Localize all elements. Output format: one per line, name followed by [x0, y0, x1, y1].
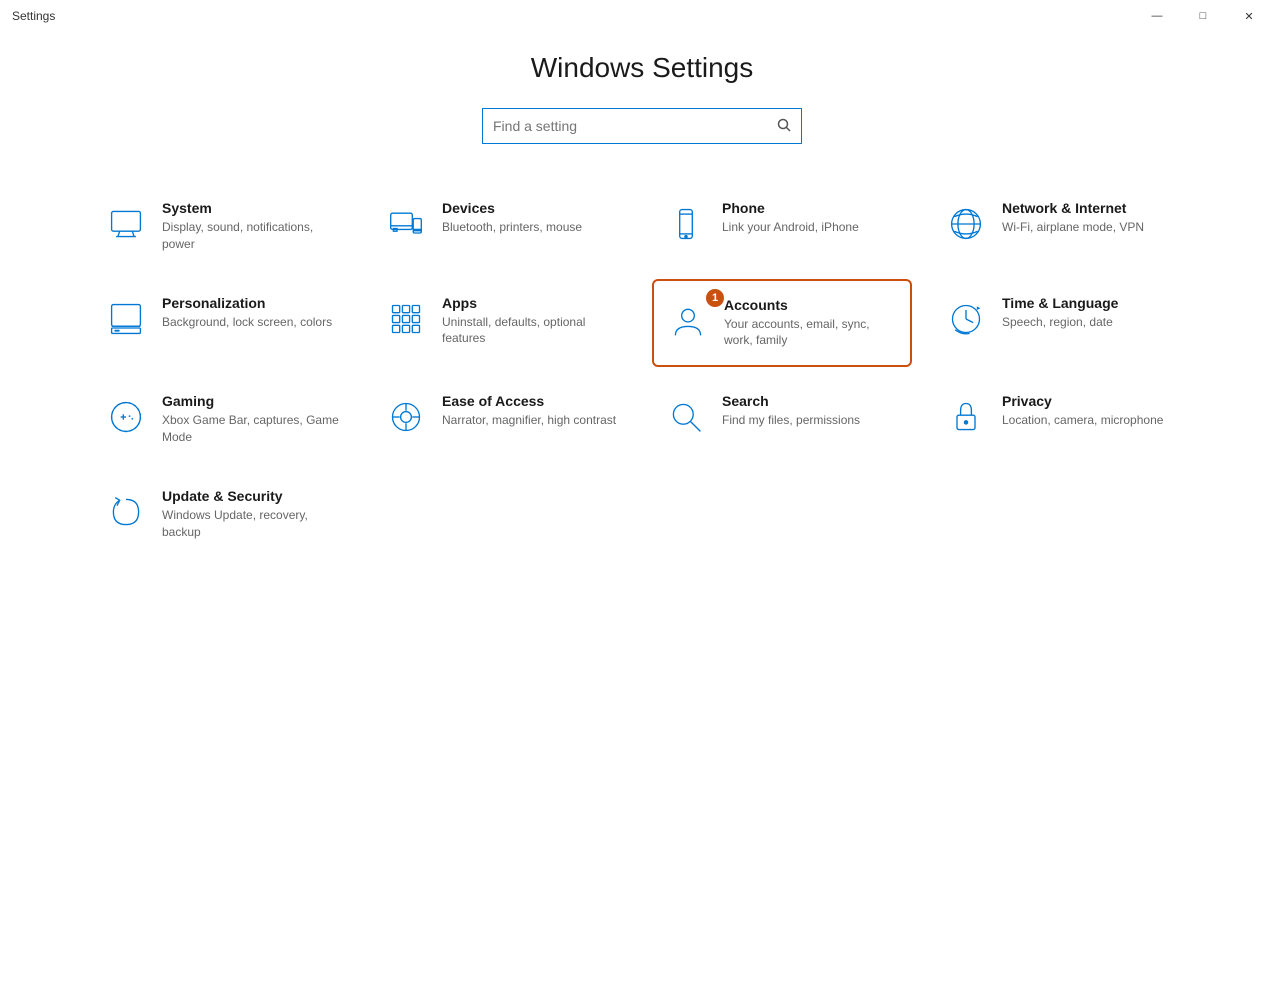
setting-title-phone: Phone [722, 200, 902, 216]
setting-title-network: Network & Internet [1002, 200, 1182, 216]
monitor-icon [102, 200, 150, 248]
setting-item-accounts[interactable]: 1Accounts Your accounts, email, sync, wor… [652, 279, 912, 368]
window-controls: — □ ✕ [1134, 0, 1272, 32]
title-bar: Settings — □ ✕ [0, 0, 1284, 32]
main-content: Windows Settings System Display, sound, n… [0, 32, 1284, 576]
search-bar [482, 108, 802, 144]
setting-text-search: Search Find my files, permissions [722, 393, 902, 429]
setting-item-apps[interactable]: Apps Uninstall, defaults, optional featur… [372, 279, 632, 368]
search-bar-wrapper [60, 108, 1224, 144]
setting-desc-privacy: Location, camera, microphone [1002, 412, 1182, 429]
update-icon [102, 488, 150, 536]
setting-item-gaming[interactable]: Gaming Xbox Game Bar, captures, Game Mode [92, 377, 352, 462]
setting-text-system: System Display, sound, notifications, pow… [162, 200, 342, 253]
setting-text-devices: Devices Bluetooth, printers, mouse [442, 200, 622, 236]
phone-icon [662, 200, 710, 248]
setting-text-accounts: Accounts Your accounts, email, sync, work… [724, 297, 900, 350]
notification-badge: 1 [706, 289, 724, 307]
setting-item-network[interactable]: Network & Internet Wi-Fi, airplane mode, … [932, 184, 1192, 269]
setting-title-ease: Ease of Access [442, 393, 622, 409]
close-button[interactable]: ✕ [1226, 0, 1272, 32]
setting-text-personalization: Personalization Background, lock screen, … [162, 295, 342, 331]
setting-text-phone: Phone Link your Android, iPhone [722, 200, 902, 236]
search-icon [777, 118, 791, 135]
setting-item-phone[interactable]: Phone Link your Android, iPhone [652, 184, 912, 269]
time-icon [942, 295, 990, 343]
page-title: Windows Settings [60, 52, 1224, 84]
setting-desc-gaming: Xbox Game Bar, captures, Game Mode [162, 412, 342, 446]
setting-desc-time: Speech, region, date [1002, 314, 1182, 331]
setting-title-search: Search [722, 393, 902, 409]
accounts-icon [664, 297, 712, 345]
setting-title-time: Time & Language [1002, 295, 1182, 311]
setting-item-search[interactable]: Search Find my files, permissions [652, 377, 912, 462]
gaming-icon [102, 393, 150, 441]
setting-title-update: Update & Security [162, 488, 342, 504]
setting-title-privacy: Privacy [1002, 393, 1182, 409]
setting-item-privacy[interactable]: Privacy Location, camera, microphone [932, 377, 1192, 462]
setting-title-apps: Apps [442, 295, 622, 311]
setting-title-devices: Devices [442, 200, 622, 216]
setting-desc-update: Windows Update, recovery, backup [162, 507, 342, 541]
minimize-button[interactable]: — [1134, 0, 1180, 32]
setting-item-ease[interactable]: Ease of Access Narrator, magnifier, high … [372, 377, 632, 462]
setting-text-gaming: Gaming Xbox Game Bar, captures, Game Mode [162, 393, 342, 446]
setting-text-network: Network & Internet Wi-Fi, airplane mode, … [1002, 200, 1182, 236]
settings-grid: System Display, sound, notifications, pow… [92, 184, 1192, 556]
setting-desc-system: Display, sound, notifications, power [162, 219, 342, 253]
personalization-icon [102, 295, 150, 343]
setting-desc-phone: Link your Android, iPhone [722, 219, 902, 236]
setting-desc-ease: Narrator, magnifier, high contrast [442, 412, 622, 429]
setting-title-gaming: Gaming [162, 393, 342, 409]
setting-title-personalization: Personalization [162, 295, 342, 311]
app-title: Settings [12, 9, 55, 23]
maximize-button[interactable]: □ [1180, 0, 1226, 32]
setting-title-accounts: Accounts [724, 297, 900, 313]
devices-icon [382, 200, 430, 248]
setting-item-system[interactable]: System Display, sound, notifications, pow… [92, 184, 352, 269]
ease-icon [382, 393, 430, 441]
setting-title-system: System [162, 200, 342, 216]
setting-desc-personalization: Background, lock screen, colors [162, 314, 342, 331]
setting-item-personalization[interactable]: Personalization Background, lock screen, … [92, 279, 352, 368]
setting-text-privacy: Privacy Location, camera, microphone [1002, 393, 1182, 429]
setting-text-apps: Apps Uninstall, defaults, optional featur… [442, 295, 622, 348]
privacy-icon [942, 393, 990, 441]
setting-item-time[interactable]: Time & Language Speech, region, date [932, 279, 1192, 368]
setting-desc-accounts: Your accounts, email, sync, work, family [724, 316, 900, 350]
setting-desc-apps: Uninstall, defaults, optional features [442, 314, 622, 348]
setting-item-update[interactable]: Update & Security Windows Update, recover… [92, 472, 352, 557]
setting-desc-network: Wi-Fi, airplane mode, VPN [1002, 219, 1182, 236]
network-icon [942, 200, 990, 248]
search-icon [662, 393, 710, 441]
setting-text-update: Update & Security Windows Update, recover… [162, 488, 342, 541]
setting-text-ease: Ease of Access Narrator, magnifier, high … [442, 393, 622, 429]
setting-text-time: Time & Language Speech, region, date [1002, 295, 1182, 331]
setting-desc-search: Find my files, permissions [722, 412, 902, 429]
setting-desc-devices: Bluetooth, printers, mouse [442, 219, 622, 236]
apps-icon [382, 295, 430, 343]
setting-item-devices[interactable]: Devices Bluetooth, printers, mouse [372, 184, 632, 269]
search-input[interactable] [493, 118, 777, 134]
